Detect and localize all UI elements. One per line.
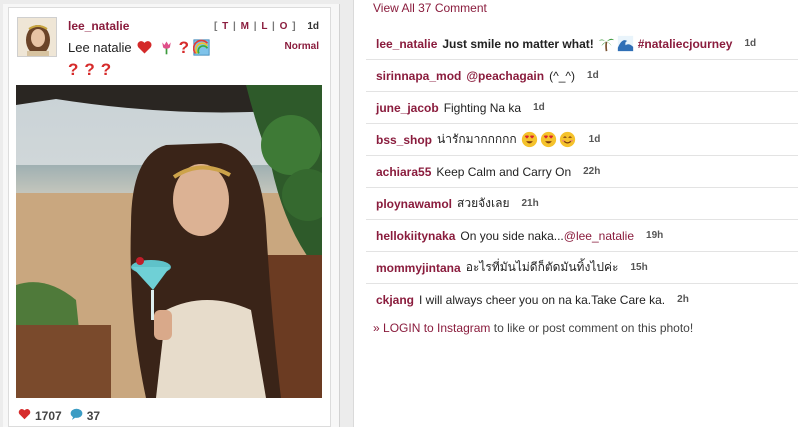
question-mark-icon: ? — [84, 60, 95, 79]
comment-text: Just smile no matter what! — [442, 36, 594, 51]
size-bracket-close: ] — [292, 21, 297, 32]
question-mark-icon: ? — [68, 60, 79, 79]
heart-icon — [136, 39, 153, 56]
post-time: 1d — [307, 21, 319, 32]
list-item: ckjang I will always cheer you on na ka.… — [366, 284, 798, 315]
post-username[interactable]: lee_natalie — [68, 19, 129, 33]
avatar[interactable] — [17, 17, 57, 57]
question-mark-icon: ? — [178, 38, 190, 57]
comment-username[interactable]: lee_natalie — [376, 37, 437, 51]
comment-username[interactable]: ploynawamol — [376, 197, 452, 211]
comment-time: 15h — [630, 262, 648, 273]
comment-hashtag[interactable]: #nataliecjourney — [638, 37, 733, 51]
login-prompt-text: to like or post comment on this photo! — [493, 321, 694, 335]
comments-count: 37 — [86, 408, 101, 423]
comment-text: น่ารักมากกกกก — [437, 132, 517, 146]
view-all-comments-link[interactable]: View All 37 Comment — [373, 1, 487, 15]
list-item: bss_shop น่ารักมากกกกก 1d — [366, 124, 798, 156]
comment-username[interactable]: mommyjintana — [376, 261, 461, 275]
comment-list: lee_natalie Just smile no matter what! #… — [366, 28, 798, 315]
comment-username[interactable]: hellokiitynaka — [376, 229, 455, 243]
heart-eyes-icon — [540, 131, 557, 148]
comment-time: 1d — [588, 134, 601, 145]
chevron-right-icon: » — [373, 321, 380, 335]
size-m-link[interactable]: M — [241, 21, 250, 32]
size-separator: | — [272, 21, 276, 32]
login-prompt: » LOGIN to Instagram to like or post com… — [373, 321, 693, 335]
comment-text: (^_^) — [549, 68, 576, 83]
list-item: sirinnapa_mod @peachagain (^_^) 1d — [366, 60, 798, 92]
tulip-icon — [158, 39, 175, 56]
comment-username[interactable]: june_jacob — [376, 101, 439, 115]
list-item: lee_natalie Just smile no matter what! #… — [366, 28, 798, 60]
comment-mention[interactable]: @lee_natalie — [564, 229, 634, 243]
comment-text: สวยจังเลย — [457, 196, 510, 210]
post-stats: 1707 37 — [18, 408, 100, 423]
palm-tree-icon — [598, 35, 615, 52]
comment-text: Keep Calm and Carry On — [436, 164, 572, 179]
list-item: hellokiitynaka On you side naka... @lee_… — [366, 220, 798, 252]
likes-count: 1707 — [35, 408, 62, 423]
comment-time: 21h — [521, 198, 539, 209]
comment-time: 19h — [646, 230, 664, 241]
comment-text: I will always cheer you on na ka.Take Ca… — [419, 292, 666, 307]
comment-bubble-icon[interactable] — [70, 408, 83, 423]
rainbow-icon — [193, 39, 210, 56]
list-item: mommyjintana อะไรที่มันไม่ดีก็ตัดมันทิ้ง… — [366, 252, 798, 284]
filter-label[interactable]: Normal — [285, 41, 319, 52]
question-mark-icon: ? — [100, 60, 112, 79]
heart-eyes-icon — [521, 131, 538, 148]
comment-mention[interactable]: @peachagain — [466, 69, 544, 83]
comment-time: 22h — [583, 166, 601, 177]
caption-text: Lee natalie — [68, 40, 132, 55]
list-item: june_jacob Fighting Na ka 1d — [366, 92, 798, 124]
post-panel: lee_natalie Lee natalie ? ? ? ? [ T | M … — [3, 4, 340, 427]
size-separator: | — [233, 21, 237, 32]
list-item: ploynawamol สวยจังเลย 21h — [366, 188, 798, 220]
list-item: achiara55 Keep Calm and Carry On 22h — [366, 156, 798, 188]
comment-time: 1d — [744, 38, 757, 49]
likes-heart-icon[interactable] — [18, 408, 31, 423]
size-o-link[interactable]: O — [280, 21, 289, 32]
post-caption: Lee natalie ? — [68, 39, 211, 56]
comment-text: อะไรที่มันไม่ดีก็ตัดมันทิ้งไปค่ะ — [465, 260, 619, 274]
size-selector: [ T | M | L | O ] 1d — [214, 21, 319, 32]
size-bracket-open: [ — [214, 21, 219, 32]
post-card: lee_natalie Lee natalie ? ? ? ? [ T | M … — [8, 7, 331, 427]
comment-text: Fighting Na ka — [443, 100, 522, 115]
comments-panel: View All 37 Comment lee_natalie Just smi… — [353, 0, 800, 427]
comment-time: 1d — [533, 102, 545, 113]
size-t-link[interactable]: T — [222, 21, 229, 32]
comment-text: On you side naka... — [460, 228, 564, 243]
size-l-link[interactable]: L — [261, 21, 268, 32]
wave-icon — [617, 35, 634, 52]
caption-line-2: ? ? ? — [68, 61, 111, 78]
comment-time: 1d — [587, 70, 599, 81]
comment-username[interactable]: sirinnapa_mod — [376, 69, 461, 83]
post-photo[interactable] — [16, 85, 322, 398]
comment-username[interactable]: ckjang — [376, 293, 414, 307]
size-separator: | — [253, 21, 258, 32]
login-link[interactable]: LOGIN to Instagram — [383, 321, 490, 335]
comment-username[interactable]: achiara55 — [376, 165, 431, 179]
comment-time: 2h — [677, 294, 689, 305]
smile-icon — [559, 131, 576, 148]
comment-username[interactable]: bss_shop — [376, 133, 432, 147]
